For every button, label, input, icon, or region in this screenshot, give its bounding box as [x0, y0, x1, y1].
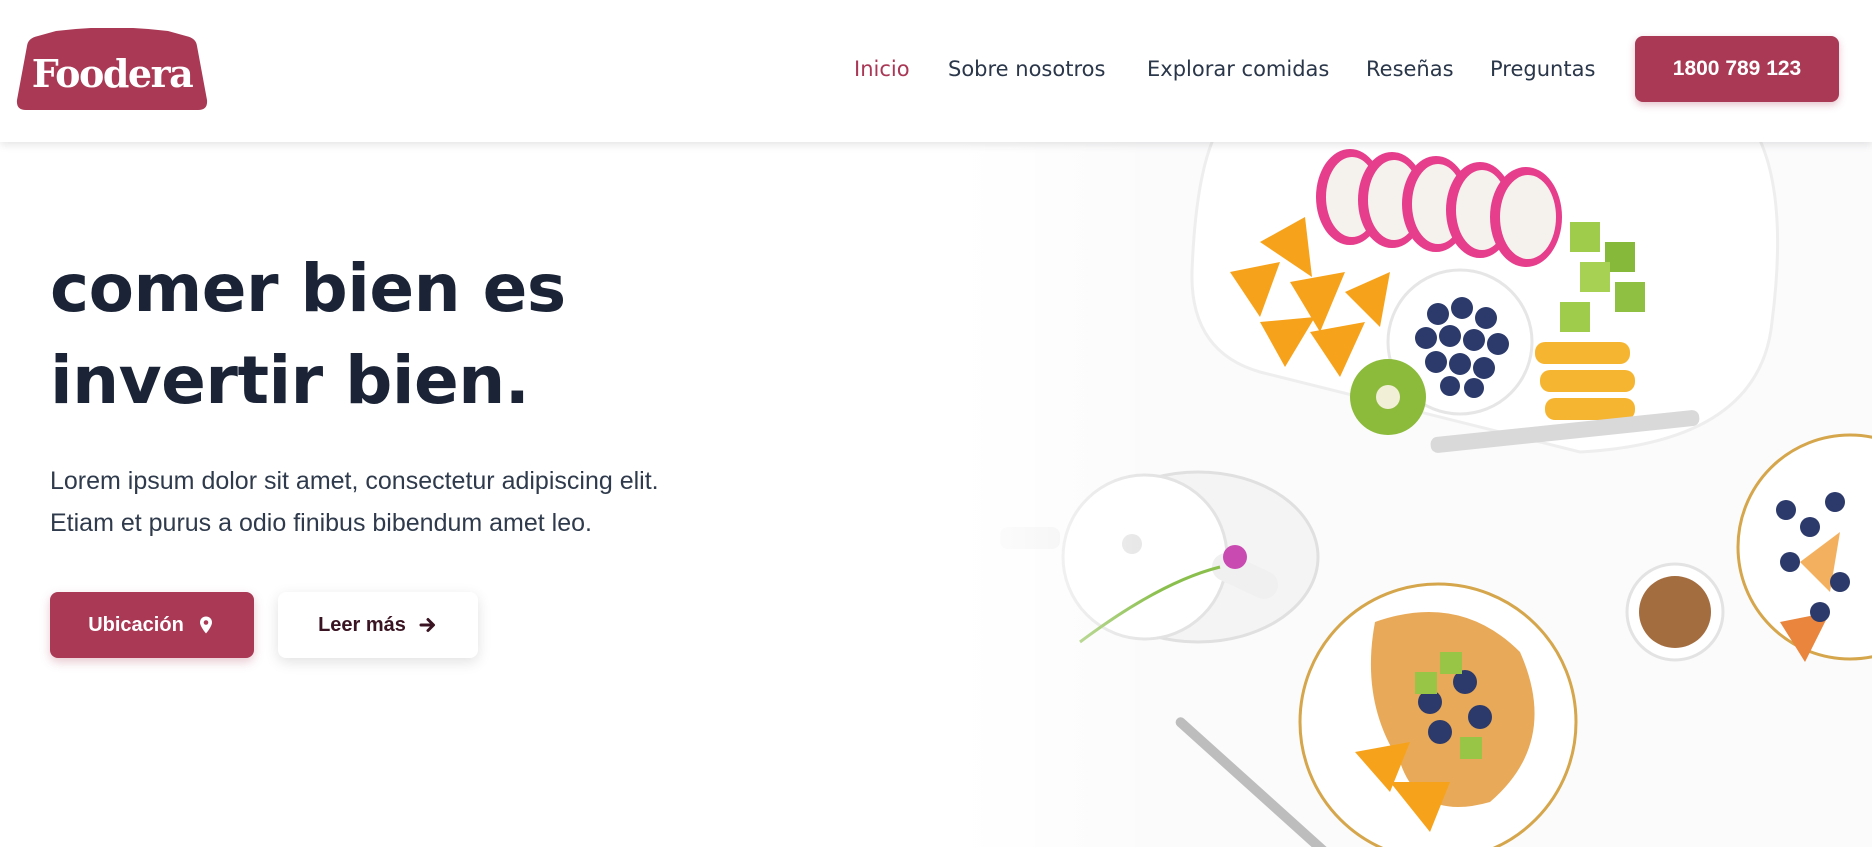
- nav-item-inicio[interactable]: Inicio: [854, 50, 910, 88]
- food-illustration: [960, 142, 1872, 847]
- main-nav: Inicio Sobre nosotros Explorar comidas R…: [0, 50, 1872, 88]
- hero-description: Lorem ipsum dolor sit amet, consectetur …: [50, 460, 790, 544]
- nav-item-explorar-comidas[interactable]: Explorar comidas: [1147, 50, 1329, 88]
- hero-description-line-1: Lorem ipsum dolor sit amet, consectetur …: [50, 467, 659, 495]
- location-button-label: Ubicación: [88, 613, 184, 636]
- hero-description-line-2: Etiam et purus a odio finibus bibendum a…: [50, 509, 592, 537]
- location-button[interactable]: Ubicación: [50, 592, 254, 658]
- read-more-button[interactable]: Leer más: [278, 592, 478, 658]
- site-header: Foodera Inicio Sobre nosotros Explorar c…: [0, 0, 1872, 142]
- phone-button[interactable]: 1800 789 123: [1635, 36, 1839, 102]
- nav-item-resenas[interactable]: Reseñas: [1366, 50, 1454, 88]
- hero-headline: comer bien es invertir bien.: [50, 243, 650, 427]
- food-spread-photo: [960, 142, 1872, 847]
- hero-headline-line-1: comer bien es: [50, 250, 566, 327]
- nav-item-sobre-nosotros[interactable]: Sobre nosotros: [948, 50, 1105, 88]
- arrow-right-icon: [418, 615, 438, 635]
- hero-headline-line-2: invertir bien.: [50, 342, 530, 419]
- nav-item-preguntas[interactable]: Preguntas: [1490, 50, 1595, 88]
- read-more-button-label: Leer más: [318, 613, 406, 636]
- map-pin-icon: [196, 615, 216, 635]
